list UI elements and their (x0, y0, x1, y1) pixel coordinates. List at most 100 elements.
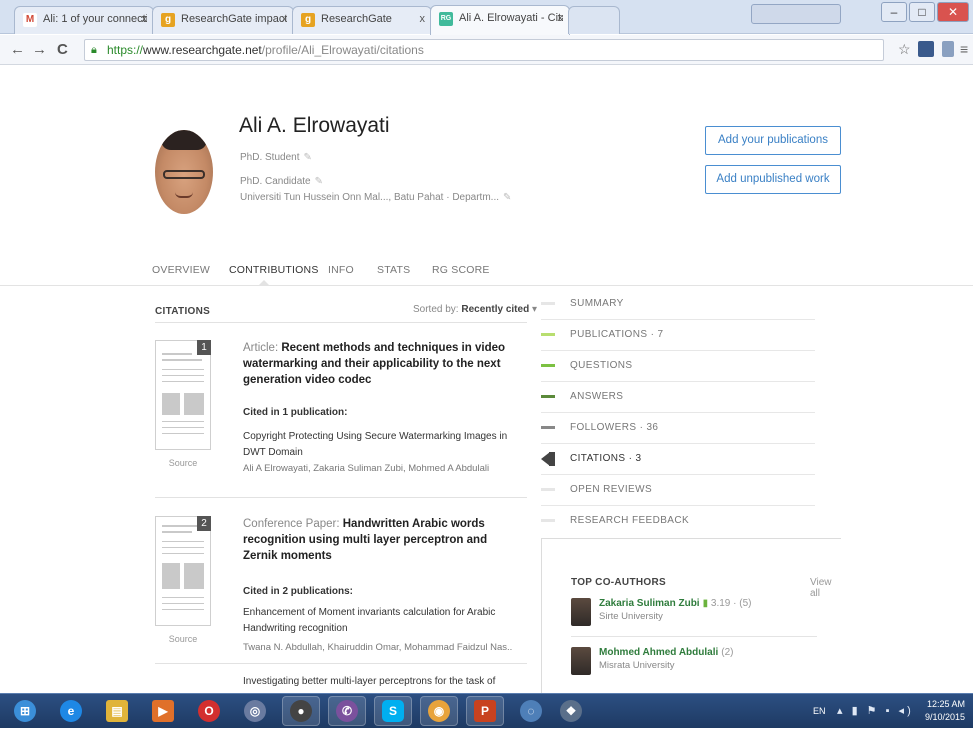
close-icon[interactable]: x (142, 13, 148, 25)
address-bar[interactable]: 🔒︎ https://www.researchgate.net/profile/… (84, 39, 884, 61)
edit-pencil-icon[interactable]: ✎ (503, 192, 511, 203)
new-tab-button[interactable] (568, 6, 620, 34)
sidenav-followers[interactable]: FOLLOWERS · 36 (541, 413, 815, 444)
url-host: www.researchgate.net (143, 43, 262, 57)
top-coauthors-panel: TOP CO-AUTHORS View all Zakaria Suliman … (541, 538, 841, 698)
taskbar-app[interactable]: O (190, 696, 228, 726)
citation-item: 2 Source Conference Paper: Handwritten A… (155, 516, 527, 691)
citing-publication-title[interactable]: Copyright Protecting Using Secure Waterm… (243, 429, 513, 461)
back-icon[interactable]: ← (10, 41, 25, 58)
coauthor-avatar[interactable] (571, 598, 591, 626)
close-icon[interactable]: x (282, 13, 288, 25)
taskbar-app[interactable]: S (374, 696, 412, 726)
citation-number: 2 (197, 516, 211, 531)
bookmark-star-icon[interactable]: ☆ (898, 41, 911, 58)
tab-contributions[interactable]: CONTRIBUTIONS (229, 264, 319, 276)
source-link[interactable]: Source (155, 458, 211, 468)
citation-title[interactable]: Article: Recent methods and techniques i… (243, 340, 523, 388)
coauthor-name[interactable]: Zakaria Suliman Zubi (599, 598, 700, 609)
publication-thumbnail[interactable]: 1 (155, 340, 211, 450)
tab-rg-score[interactable]: RG SCORE (432, 264, 490, 276)
clock[interactable]: 12:25 AM 9/10/2015 (925, 698, 965, 724)
close-icon[interactable]: x (558, 12, 564, 24)
taskbar-app[interactable]: e (52, 696, 90, 726)
tray-icons[interactable]: ▴ ▮ ⚑ ▪ ◂) (837, 704, 914, 717)
sidenav-publications[interactable]: PUBLICATIONS · 7 (541, 320, 815, 351)
browser-toolbar: ← → C 🔒︎ https://www.researchgate.net/pr… (0, 35, 973, 65)
browser-tab[interactable]: M Ali: 1 of your connections x (14, 6, 154, 34)
coauthor-name[interactable]: Mohmed Ahmed Abdulali (599, 647, 718, 658)
coauthor-item[interactable]: Zakaria Suliman Zubi ▮ 3.19 · (5) Sirte U… (571, 598, 841, 638)
sidenav-questions[interactable]: QUESTIONS (541, 351, 815, 382)
start-button[interactable]: ⊞ (6, 696, 44, 726)
sidenav-answers[interactable]: ANSWERS (541, 382, 815, 413)
sidenav-research-feedback[interactable]: RESEARCH FEEDBACK (541, 506, 815, 537)
powerpoint-icon: P (474, 700, 496, 722)
avatar[interactable] (155, 130, 213, 214)
publication-thumbnail[interactable]: 2 (155, 516, 211, 626)
sort-dropdown[interactable]: Sorted by: Recently cited ▾ (413, 304, 537, 315)
coauthor-avatar[interactable] (571, 647, 591, 675)
close-window-icon[interactable]: ✕ (937, 2, 969, 22)
taskbar-app[interactable]: ● (282, 696, 320, 726)
taskbar-app[interactable]: ◌ (512, 696, 550, 726)
profile-position: PhD. Student ✎ (240, 152, 312, 163)
citing-publication-title[interactable]: Investigating better multi-layer percept… (243, 674, 513, 690)
taskbar-app[interactable]: ◉ (420, 696, 458, 726)
tab-stats[interactable]: STATS (377, 264, 410, 276)
browser-tab[interactable]: g ResearchGate impact fact x (152, 6, 294, 34)
researchgate-icon: g (301, 13, 315, 27)
citation-title[interactable]: Conference Paper: Handwritten Arabic wor… (243, 516, 523, 564)
taskbar-app[interactable]: ◎ (236, 696, 274, 726)
edit-pencil-icon[interactable]: ✎ (303, 152, 311, 163)
sidenav-open-reviews[interactable]: OPEN REVIEWS (541, 475, 815, 506)
profile-degree: PhD. Candidate ✎ (240, 176, 323, 187)
taskbar-app[interactable]: ✆ (328, 696, 366, 726)
coauthor-score: (2) (721, 647, 734, 658)
folder-icon: ▤ (106, 700, 128, 722)
language-indicator[interactable]: EN (813, 706, 826, 716)
tab-title: Ali: 1 of your connections (43, 13, 147, 25)
citing-publication-title[interactable]: Enhancement of Moment invariants calcula… (243, 605, 513, 637)
taskbar-app[interactable]: ▤ (98, 696, 136, 726)
rg-score-icon: ▮ (702, 598, 709, 609)
skype-icon: S (382, 700, 404, 722)
url-path: /profile/Ali_Elrowayati/citations (261, 43, 424, 57)
citation-number: 1 (197, 340, 211, 355)
taskbar-app[interactable]: P (466, 696, 504, 726)
tab-overview[interactable]: OVERVIEW (152, 264, 210, 276)
citations-heading: CITATIONS (155, 306, 211, 317)
system-tray: EN ▴ ▮ ⚑ ▪ ◂) 12:25 AM 9/10/2015 (813, 694, 973, 729)
menu-icon[interactable]: ≡ (960, 41, 968, 57)
view-all-link[interactable]: View all (810, 577, 841, 599)
app-icon: ◌ (520, 700, 542, 722)
windows-start-icon: ⊞ (14, 700, 36, 722)
profile-institution: Universiti Tun Hussein Onn Mal..., Batu … (240, 192, 512, 203)
source-link[interactable]: Source (155, 634, 211, 644)
edit-pencil-icon[interactable]: ✎ (315, 176, 323, 187)
taskbar-app[interactable]: ▶ (144, 696, 182, 726)
extension-icon[interactable] (918, 41, 934, 57)
coauthor-item[interactable]: Mohmed Ahmed Abdulali (2) Misrata Univers… (571, 647, 841, 687)
add-publications-button[interactable]: Add your publications (705, 126, 841, 155)
extension-icon[interactable] (942, 41, 954, 57)
reload-icon[interactable]: C (57, 41, 68, 58)
sidenav-citations[interactable]: CITATIONS · 3 (541, 444, 815, 475)
browser-profile-chip[interactable] (751, 4, 841, 24)
browser-tab[interactable]: g ResearchGate x (292, 6, 432, 34)
minimize-icon[interactable]: – (881, 2, 907, 22)
tab-info[interactable]: INFO (328, 264, 354, 276)
tab-title: ResearchGate (321, 13, 392, 25)
citing-publication-authors[interactable]: Ali A Elrowayati, Zakaria Suliman Zubi, … (243, 463, 513, 474)
sidenav-summary[interactable]: SUMMARY (541, 289, 815, 320)
browser-tab-active[interactable]: RG Ali A. Elrowayati - Citation x (430, 5, 570, 35)
cited-in-count: Cited in 2 publications: (243, 586, 354, 597)
forward-icon[interactable]: → (32, 41, 47, 58)
maximize-icon[interactable]: □ (909, 2, 935, 22)
taskbar-app[interactable]: ❖ (552, 696, 590, 726)
chevron-down-icon: ▾ (531, 304, 537, 315)
add-unpublished-work-button[interactable]: Add unpublished work (705, 165, 841, 194)
close-icon[interactable]: x (420, 13, 426, 25)
citing-publication-authors[interactable]: Twana N. Abdullah, Khairuddin Omar, Moha… (243, 642, 513, 653)
tab-title: Ali A. Elrowayati - Citation (459, 12, 563, 24)
